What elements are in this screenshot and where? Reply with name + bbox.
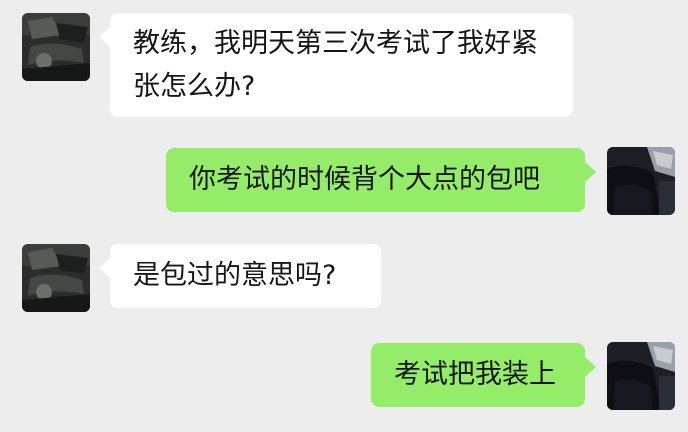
message-text-line: 你考试的时候背个大点的包吧: [189, 164, 540, 195]
message-bubble-outgoing[interactable]: 考试把我装上: [371, 343, 596, 407]
bubble-tail: [99, 258, 110, 278]
contact-avatar[interactable]: [22, 244, 90, 312]
message-text-line: 张怎么办?: [133, 71, 256, 102]
message-row-incoming: 教练，我明天第三次考试了我好紧 张怎么办?: [0, 0, 688, 130]
message-row-incoming: 是包过的意思吗?: [0, 230, 688, 330]
bubble-tail: [585, 357, 596, 377]
contact-avatar[interactable]: [22, 13, 90, 81]
message-bubble-incoming[interactable]: 是包过的意思吗?: [99, 244, 381, 308]
message-row-outgoing: 考试把我装上: [0, 330, 688, 432]
chat-window: 教练，我明天第三次考试了我好紧 张怎么办? 你考试的时候背个大点的包吧 是包过的…: [0, 0, 688, 432]
my-avatar-image: [607, 147, 675, 215]
bubble-tail: [99, 27, 110, 47]
message-text-line: 教练，我明天第三次考试了我好紧: [133, 28, 538, 59]
my-avatar-image: [607, 342, 675, 410]
message-bubble-incoming[interactable]: 教练，我明天第三次考试了我好紧 张怎么办?: [99, 13, 573, 117]
my-avatar[interactable]: [607, 147, 675, 215]
bubble-tail: [585, 162, 596, 182]
message-bubble-outgoing[interactable]: 你考试的时候背个大点的包吧: [166, 148, 596, 212]
message-text-line: 是包过的意思吗?: [133, 260, 337, 291]
message-text-line: 考试把我装上: [394, 359, 556, 390]
contact-avatar-image: [22, 244, 90, 312]
my-avatar[interactable]: [607, 342, 675, 410]
contact-avatar-image: [22, 13, 90, 81]
message-row-outgoing: 你考试的时候背个大点的包吧: [0, 130, 688, 230]
